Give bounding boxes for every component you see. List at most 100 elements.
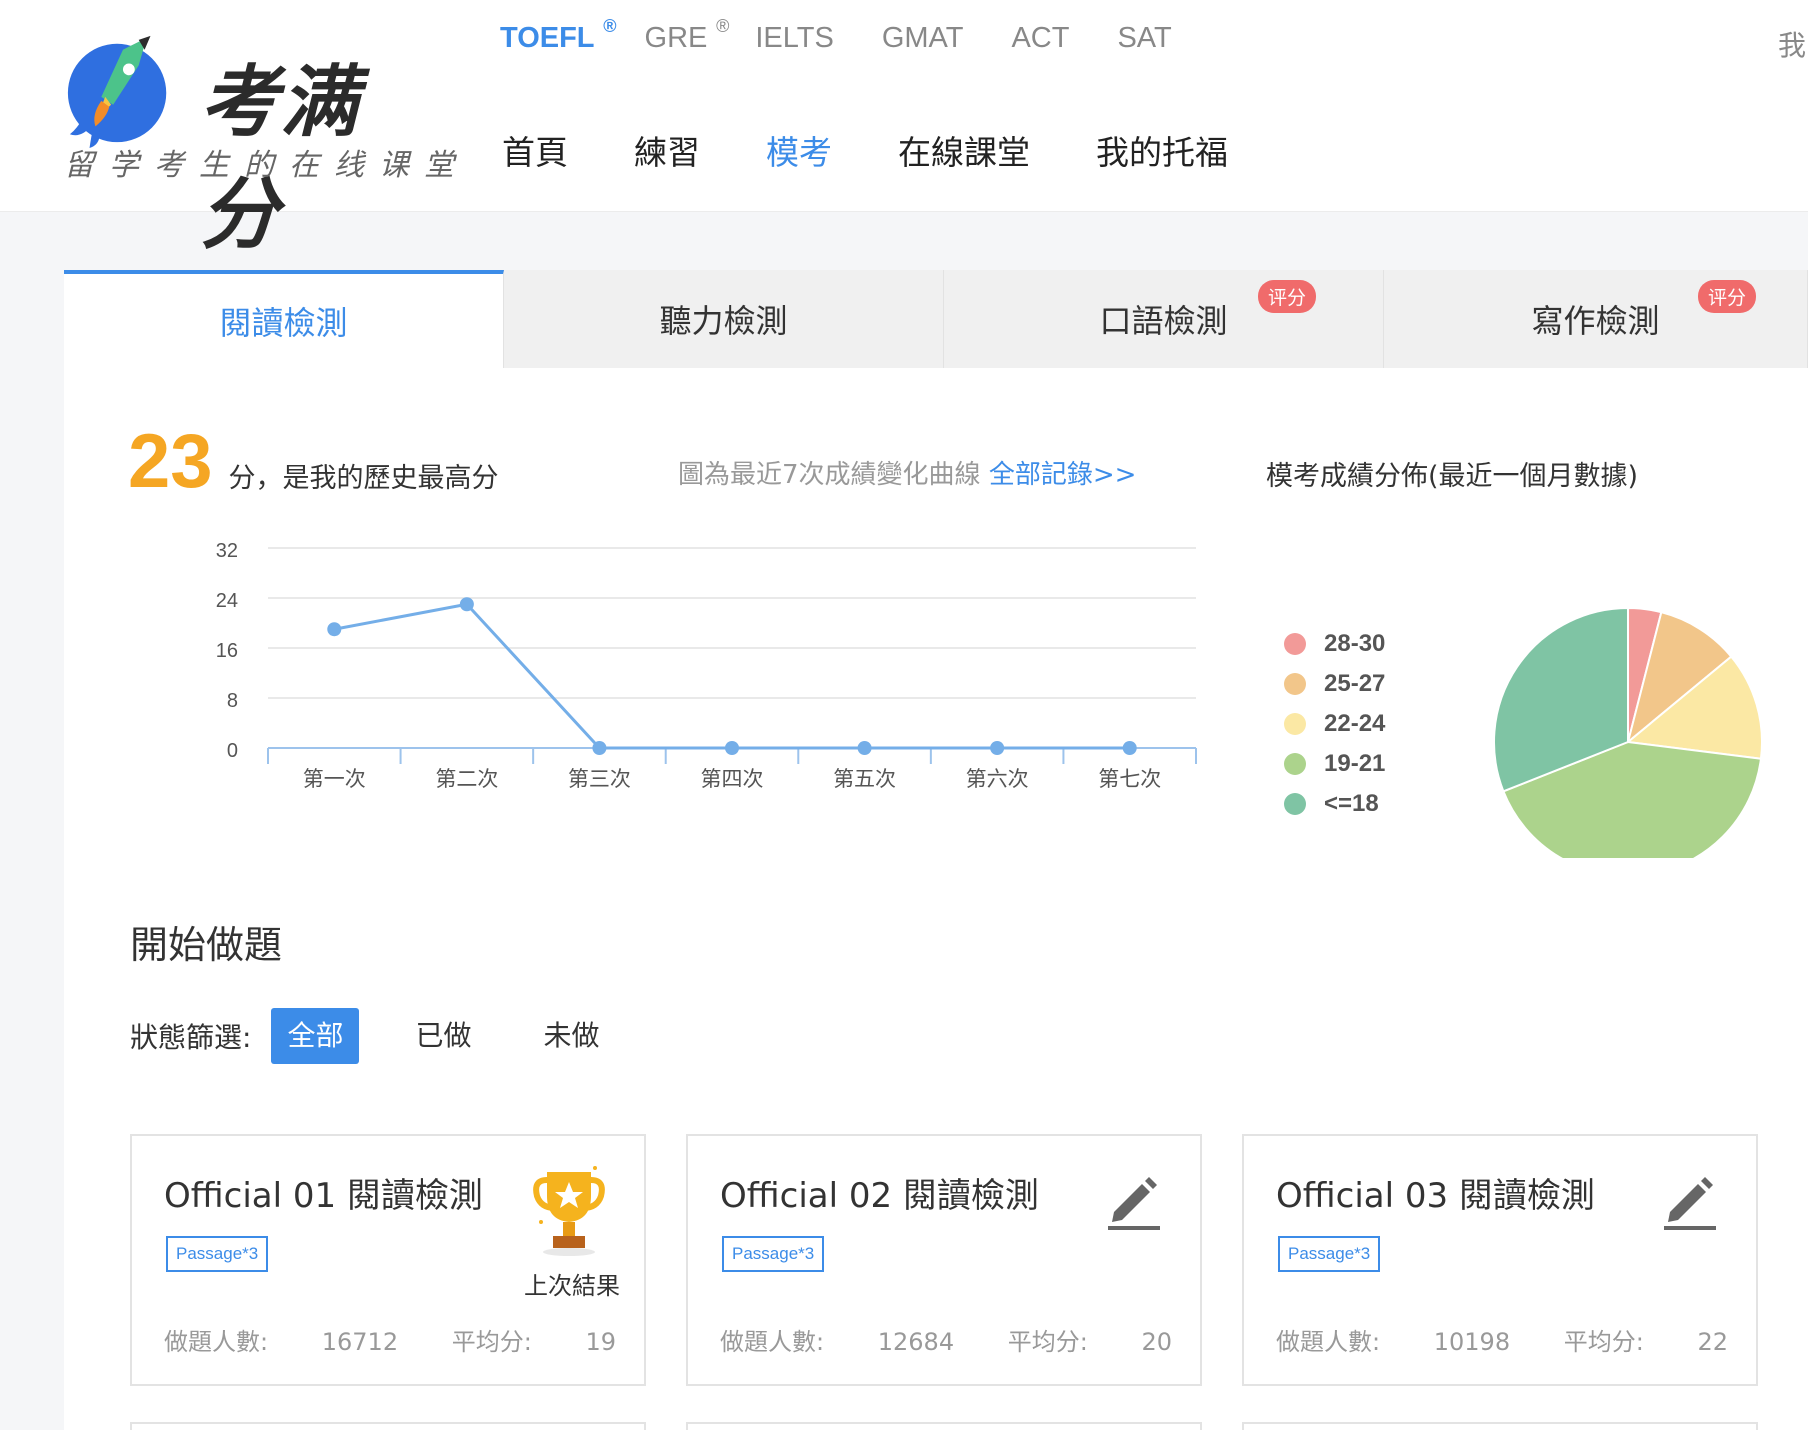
x-tick-label: 第三次 xyxy=(568,767,631,791)
legend-swatch xyxy=(1284,793,1306,815)
avg-score: 20 xyxy=(1141,1328,1173,1356)
legend-label: 25-27 xyxy=(1324,670,1386,697)
test-card-partial xyxy=(130,1422,646,1430)
takers-label: 做題人數: xyxy=(720,1328,825,1356)
exam-tab-sat[interactable]: SAT xyxy=(1117,22,1171,62)
x-tick-label: 第六次 xyxy=(966,767,1029,791)
best-score-text: 分，是我的歷史最高分 xyxy=(228,463,499,494)
legend-swatch xyxy=(1284,713,1306,735)
logo-subtitle: 留学考生的在线课堂 xyxy=(64,148,469,183)
legend-item[interactable]: 28-30 xyxy=(1284,624,1385,664)
score-point[interactable] xyxy=(327,622,342,637)
score-point[interactable] xyxy=(857,741,872,755)
recent-note-text: 圖為最近7次成績變化曲線 xyxy=(678,460,981,490)
nav-online-class[interactable]: 在線課堂 xyxy=(898,126,1030,174)
trophy-icon xyxy=(533,1166,605,1256)
all-records-link[interactable]: 全部記錄>> xyxy=(989,460,1137,490)
tab-speaking[interactable]: 口語檢測 评分 xyxy=(944,270,1384,368)
takers-count: 16712 xyxy=(321,1328,399,1356)
last-result[interactable]: 上次結果 xyxy=(524,1162,620,1301)
user-menu[interactable]: 我 xyxy=(1778,24,1806,64)
tab-listening-label: 聽力檢測 xyxy=(659,302,788,340)
score-line-chart: 0 8 16 24 32 第一次 第二次 第三次 第四次 第五次 第六次 第七次 xyxy=(216,540,1197,791)
card-stats: 做題人數: 10198 平均分: 22 xyxy=(1276,1322,1774,1357)
legend-item[interactable]: <=18 xyxy=(1284,784,1385,824)
y-tick-label: 24 xyxy=(216,590,238,612)
nav-home[interactable]: 首頁 xyxy=(502,126,568,174)
main-panel: 23 分，是我的歷史最高分 圖為最近7次成績變化曲線 全部記錄>> 模考成績分佈… xyxy=(64,368,1808,1430)
passage-tag: Passage*3 xyxy=(722,1236,825,1272)
tab-writing[interactable]: 寫作檢測 评分 xyxy=(1384,270,1808,368)
score-point[interactable] xyxy=(592,741,607,755)
exam-tab-gre[interactable]: GRE ® xyxy=(645,16,730,62)
card-stats: 做題人數: 12684 平均分: 20 xyxy=(720,1322,1218,1357)
score-series-line xyxy=(334,602,1130,750)
filter-not-done[interactable]: 未做 xyxy=(527,1008,615,1064)
avg-label: 平均分: xyxy=(1563,1328,1644,1356)
takers-count: 12684 xyxy=(877,1328,955,1356)
pie-legend: 28-30 25-27 22-24 19-21 <=18 xyxy=(1284,624,1385,824)
legend-swatch xyxy=(1284,753,1306,775)
legend-label: <=18 xyxy=(1324,790,1379,817)
filter-all[interactable]: 全部 xyxy=(271,1008,360,1064)
passage-tag: Passage*3 xyxy=(166,1236,269,1272)
legend-swatch xyxy=(1284,633,1306,655)
y-tick-label: 0 xyxy=(227,740,238,762)
best-score-number: 23 xyxy=(128,419,213,504)
pencil-icon[interactable] xyxy=(1660,1172,1720,1232)
pencil-icon[interactable] xyxy=(1104,1172,1164,1232)
test-card[interactable]: Official 02 閱讀檢測 Passage*3 做題人數: 12684 平… xyxy=(686,1134,1202,1386)
exam-tab-ielts[interactable]: IELTS xyxy=(755,22,833,62)
x-tick-label: 第二次 xyxy=(435,767,498,791)
exam-tab-gmat[interactable]: GMAT xyxy=(882,22,964,62)
tab-listening[interactable]: 聽力檢測 xyxy=(504,270,944,368)
x-tick-label: 第一次 xyxy=(303,767,366,791)
avg-label: 平均分: xyxy=(1007,1328,1088,1356)
scoring-badge: 评分 xyxy=(1258,280,1317,313)
legend-item[interactable]: 25-27 xyxy=(1284,664,1385,704)
section-title: 開始做題 xyxy=(130,923,283,967)
nav-practice[interactable]: 練習 xyxy=(634,126,700,174)
legend-label: 22-24 xyxy=(1324,710,1386,737)
test-card[interactable]: Official 01 閱讀檢測 Passage*3 做題人數: 16712 平… xyxy=(130,1134,646,1386)
pie-title: 模考成績分佈(最近一個月數據) xyxy=(1266,461,1639,492)
legend-item[interactable]: 19-21 xyxy=(1284,744,1385,784)
site-header: 考满分 留学考生的在线课堂 TOEFL ® GRE ® IELTS GMAT ACT… xyxy=(0,0,1808,260)
filter-done[interactable]: 已做 xyxy=(399,1008,487,1064)
test-card-partial xyxy=(1242,1422,1758,1430)
filter-label: 狀態篩選: xyxy=(130,1021,252,1054)
takers-label: 做題人數: xyxy=(1276,1328,1381,1356)
avg-score: 19 xyxy=(585,1328,617,1356)
score-point[interactable] xyxy=(1122,741,1137,755)
test-card[interactable]: Official 03 閱讀檢測 Passage*3 做題人數: 10198 平… xyxy=(1242,1134,1758,1386)
tab-reading[interactable]: 閱讀檢測 xyxy=(64,270,504,368)
exam-tab-act[interactable]: ACT xyxy=(1011,22,1069,62)
scoring-badge: 评分 xyxy=(1698,280,1757,313)
x-tick-label: 第七次 xyxy=(1098,767,1161,791)
nav-my-toefl[interactable]: 我的托福 xyxy=(1096,126,1228,174)
status-filter: 狀態篩選: 全部 已做 未做 xyxy=(130,1008,655,1064)
tab-writing-label: 寫作檢測 xyxy=(1531,302,1660,340)
exam-tabs: TOEFL ® GRE ® IELTS GMAT ACT SAT xyxy=(500,16,1220,62)
last-result-label: 上次結果 xyxy=(524,1272,620,1300)
best-score: 23 分，是我的歷史最高分 xyxy=(128,418,499,505)
legend-label: 19-21 xyxy=(1324,750,1386,777)
score-point[interactable] xyxy=(725,741,739,755)
nav-mock-exam[interactable]: 模考 xyxy=(766,126,832,174)
x-tick-label: 第四次 xyxy=(701,767,764,791)
legend-item[interactable]: 22-24 xyxy=(1284,704,1385,744)
exam-tab-toefl[interactable]: TOEFL ® xyxy=(500,16,617,62)
site-logo[interactable]: 考满分 留学考生的在线课堂 xyxy=(62,28,454,260)
takers-count: 10198 xyxy=(1433,1328,1511,1356)
score-point[interactable] xyxy=(990,741,1005,755)
rocket-logo-icon xyxy=(67,35,167,149)
takers-label: 做題人數: xyxy=(164,1328,269,1356)
card-stats: 做題人數: 16712 平均分: 19 xyxy=(164,1322,662,1357)
card-title: Official 03 閱讀檢測 xyxy=(1276,1176,1595,1216)
test-card-partial xyxy=(686,1422,1202,1430)
avg-score: 22 xyxy=(1697,1328,1729,1356)
score-point[interactable] xyxy=(459,597,474,612)
tab-speaking-label: 口語檢測 xyxy=(1099,302,1228,340)
y-tick-label: 32 xyxy=(216,540,238,562)
main-nav: 首頁 練習 模考 在線課堂 我的托福 xyxy=(502,126,1294,174)
